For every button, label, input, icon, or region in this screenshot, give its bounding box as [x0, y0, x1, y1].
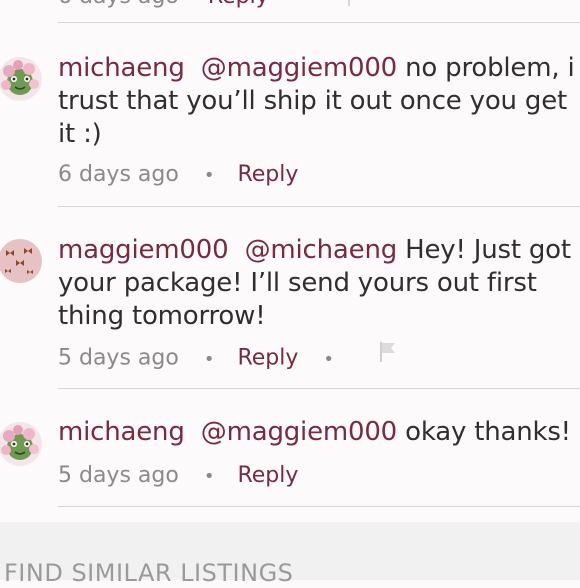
flower-avatar-icon[interactable]: [0, 57, 42, 101]
comment-mention[interactable]: @maggiem000: [201, 53, 397, 83]
comment-body: michaeng @maggiem000 no problem, i trust…: [58, 52, 578, 151]
comment-divider: [58, 22, 580, 23]
comment-divider: [58, 388, 580, 389]
separator-dot: •: [203, 165, 215, 186]
comment-meta: 5 days ago • Reply •: [58, 341, 397, 373]
comment-username[interactable]: maggiem000: [58, 235, 229, 265]
separator-dot: •: [203, 348, 215, 370]
comment-time: 6 days ago: [58, 0, 179, 9]
separator-dot: •: [203, 466, 215, 487]
comment-meta: 5 days ago • Reply: [58, 461, 298, 491]
butterfly-avatar-icon[interactable]: [0, 239, 42, 283]
reply-link[interactable]: Reply: [237, 162, 298, 187]
flag-icon[interactable]: [348, 0, 350, 6]
comment-mention[interactable]: @michaeng: [245, 235, 398, 265]
comment-body: michaeng @maggiem000 okay thanks!: [58, 416, 578, 449]
reply-link[interactable]: Reply: [208, 0, 269, 9]
flag-icon[interactable]: [379, 341, 397, 372]
flower-avatar-icon[interactable]: [0, 422, 42, 466]
comment-username[interactable]: michaeng: [58, 417, 185, 447]
comment-divider: [58, 206, 580, 207]
reply-link[interactable]: Reply: [237, 346, 298, 371]
reply-link[interactable]: Reply: [237, 463, 298, 488]
comment-meta: 6 days ago • Reply: [58, 160, 298, 190]
comment-mention[interactable]: @maggiem000: [201, 417, 397, 447]
comment-username[interactable]: michaeng: [58, 53, 185, 83]
section-title: FIND SIMILAR LISTINGS: [4, 559, 294, 587]
comment-time: 6 days ago: [58, 162, 179, 187]
comment-text: okay thanks!: [405, 417, 571, 447]
comment-time: 5 days ago: [58, 463, 179, 488]
comment-body: maggiem000 @michaeng Hey! Just got your …: [58, 234, 578, 333]
similar-listings-section: FIND SIMILAR LISTINGS: [0, 522, 580, 587]
comment-time: 5 days ago: [58, 345, 179, 371]
comment-divider: [58, 506, 580, 507]
separator-dot: •: [323, 348, 335, 370]
previous-comment-meta: 6 days ago Reply: [58, 0, 580, 8]
